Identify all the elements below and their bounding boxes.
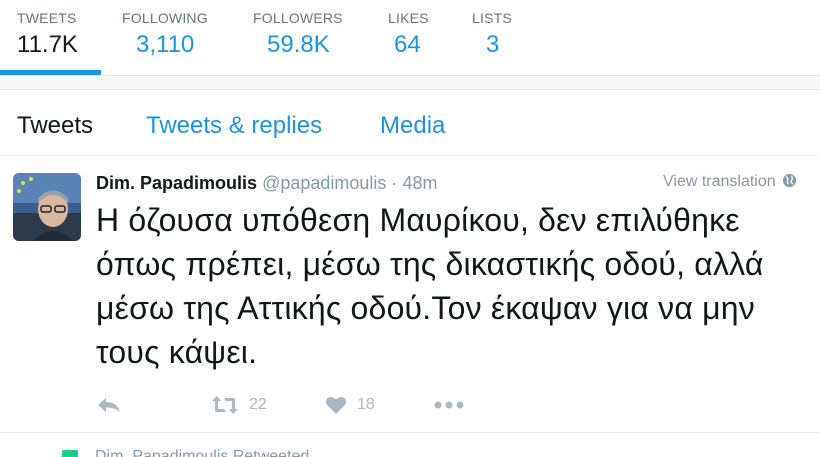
timeline-tabs: Tweets Tweets & replies Media <box>0 91 820 156</box>
tab-media[interactable]: Media <box>380 112 445 140</box>
avatar-image <box>13 173 81 241</box>
like-count: 18 <box>357 396 375 413</box>
tweet-timestamp[interactable]: 48m <box>402 173 437 193</box>
tweet-text: Η όζουσα υπόθεση Μαυρίκου, δεν επιλύθηκε… <box>96 202 764 370</box>
active-stat-indicator <box>0 70 101 75</box>
stat-value: 59.8K <box>267 31 330 58</box>
next-tweet-context: Dim. Papadimoulis Retweeted <box>0 446 820 457</box>
retweeted-label[interactable]: Dim. Papadimoulis Retweeted <box>95 448 309 457</box>
retweet-count: 22 <box>249 396 267 413</box>
profile-stats-bar: TWEETS 11.7K FOLLOWING 3,110 FOLLOWERS 5… <box>0 0 820 76</box>
globe-icon <box>782 173 796 188</box>
more-button[interactable] <box>434 393 464 417</box>
stat-label: FOLLOWERS <box>253 10 343 26</box>
retweet-icon <box>212 396 238 414</box>
heart-icon <box>325 396 347 414</box>
stat-value: 3,110 <box>136 31 195 58</box>
reply-icon <box>98 398 120 412</box>
tab-tweets[interactable]: Tweets <box>17 112 93 140</box>
retweet-button[interactable]: 22 <box>211 393 267 417</box>
retweet-badge-icon <box>62 450 78 457</box>
reply-button[interactable] <box>96 393 122 417</box>
separator: · <box>391 173 398 193</box>
more-icon <box>434 401 464 409</box>
avatar[interactable] <box>13 173 81 241</box>
stat-value: 64 <box>394 31 421 58</box>
tweet-header: Dim. Papadimoulis @papadimoulis · 48m <box>96 173 437 194</box>
stat-label: LIKES <box>388 10 429 26</box>
stat-label: FOLLOWING <box>122 10 208 26</box>
like-button[interactable]: 18 <box>325 393 375 417</box>
stat-value: 11.7K <box>17 31 78 58</box>
stat-label: LISTS <box>472 10 512 26</box>
stat-value: 3 <box>486 31 500 58</box>
tweet[interactable]: Dim. Papadimoulis @papadimoulis · 48m Vi… <box>0 157 820 433</box>
view-translation-link[interactable]: View translation <box>663 173 797 191</box>
section-divider <box>0 77 820 90</box>
author-name[interactable]: Dim. Papadimoulis <box>96 173 257 193</box>
stat-label: TWEETS <box>17 10 77 26</box>
author-handle[interactable]: @papadimoulis <box>262 173 386 193</box>
translation-label: View translation <box>663 173 776 190</box>
tab-tweets-replies[interactable]: Tweets & replies <box>146 112 322 140</box>
tweet-actions: 22 18 <box>96 393 516 417</box>
